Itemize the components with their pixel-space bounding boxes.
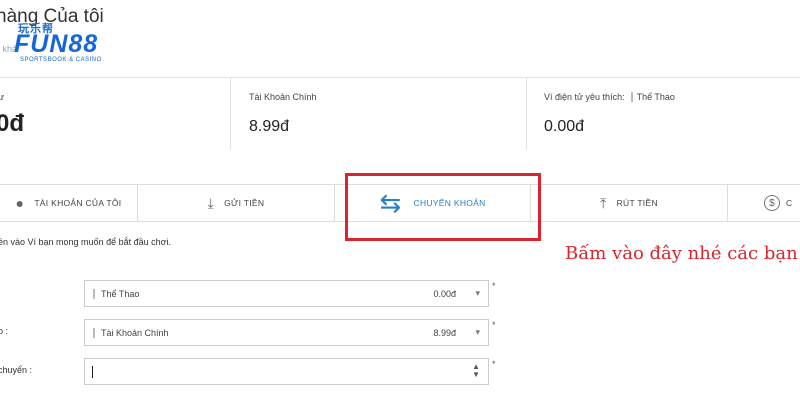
from-wallet-select[interactable]: Thể Thao 0.00đ ▾: [84, 280, 489, 307]
stepper-icon[interactable]: ▲ ▼: [472, 363, 480, 379]
favorite-wallet-label: Ví điện tử yêu thích:: [544, 92, 625, 102]
tab-withdraw-label: RÚT TIỀN: [616, 198, 658, 208]
required-mark: *: [492, 320, 496, 330]
amount-input[interactable]: ▲ ▼: [84, 358, 489, 385]
to-wallet-amount: 8.99đ: [433, 328, 456, 338]
dollar-circle-icon: $: [764, 195, 780, 211]
tab-other[interactable]: $ C: [728, 185, 800, 221]
tab-other-label: C: [786, 198, 793, 208]
chevron-down-icon: ▾: [475, 327, 480, 337]
instruction-text: ền vào Ví bạn mong muốn để bắt đầu chơi.: [0, 237, 172, 247]
balance-main-value: 8.99đ: [249, 118, 290, 135]
text-cursor: [92, 366, 93, 378]
favorite-wallet-pill: Thể Thao: [630, 92, 675, 102]
to-wallet-select[interactable]: Tài Khoản Chính 8.99đ ▾: [84, 319, 489, 346]
balance-favorite-wallet: Ví điện tử yêu thích: Thể Thao 0.00đ: [527, 78, 800, 150]
annotation-text: Bấm vào đây nhé các bạn: [565, 243, 798, 264]
balance-main-account: Tài Khoản Chính 8.99đ: [231, 78, 527, 150]
tab-withdraw[interactable]: ⤒ RÚT TIỀN: [531, 185, 728, 221]
chevron-down-icon: ▾: [475, 288, 480, 298]
to-wallet-name: Tài Khoản Chính: [93, 328, 169, 338]
tab-deposit[interactable]: ⤓ GỬI TIỀN: [138, 185, 335, 221]
balance-summary: ư 0đ Tài Khoản Chính 8.99đ Ví điện tử yê…: [0, 78, 800, 158]
download-icon: ⤓: [207, 194, 215, 211]
account-icon: ●: [15, 195, 25, 211]
to-wallet-label: o :: [0, 326, 9, 336]
balance-favorite-label: Ví điện tử yêu thích: Thể Thao: [544, 92, 675, 102]
logo-tagline: SPORTSBOOK & CASINO: [20, 57, 102, 63]
from-wallet-label: :: [0, 287, 1, 297]
amount-label: chuyển :: [0, 365, 33, 375]
balance-total: ư 0đ: [0, 78, 231, 150]
balance-total-label: ư: [0, 92, 5, 102]
balance-favorite-value: 0.00đ: [544, 118, 585, 135]
from-wallet-name: Thể Thao: [93, 289, 139, 299]
upload-icon: ⤒: [600, 194, 607, 211]
tab-deposit-label: GỬI TIỀN: [224, 198, 265, 208]
balance-total-value: 0đ: [0, 110, 25, 137]
logo-wordmark: FUN88: [14, 30, 99, 58]
from-wallet-amount: 0.00đ: [433, 289, 456, 299]
required-mark: *: [492, 281, 496, 291]
tab-my-account-label: TÀI KHOẢN CỦA TÔI: [34, 198, 122, 208]
tab-my-account[interactable]: ● TÀI KHOẢN CỦA TÔI: [0, 185, 138, 221]
balance-main-label: Tài Khoản Chính: [249, 92, 317, 102]
fun88-logo: 玩乐帮 FUN88 SPORTSBOOK & CASINO: [14, 20, 114, 63]
required-mark: *: [492, 359, 496, 369]
highlight-box: [345, 173, 541, 241]
